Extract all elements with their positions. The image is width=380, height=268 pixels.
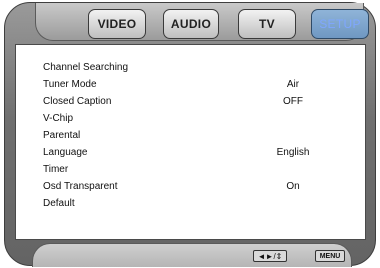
- menu-item-label: V-Chip: [43, 113, 74, 124]
- menu-item-label: Default: [43, 198, 75, 209]
- menu-item-label: Closed Caption: [43, 96, 112, 107]
- menu-item-label: Timer: [43, 164, 69, 175]
- navigation-hint-icon: ◄►/⇕: [253, 250, 287, 262]
- menu-item-channel-searching[interactable]: Channel Searching: [43, 62, 343, 77]
- bottom-hint-bar: ◄►/⇕ MENU: [32, 243, 352, 267]
- menu-item-default[interactable]: Default: [43, 198, 343, 213]
- menu-item-tuner-mode[interactable]: Tuner Mode Air: [43, 79, 343, 94]
- menu-item-v-chip[interactable]: V-Chip: [43, 113, 343, 128]
- tab-audio[interactable]: AUDIO: [163, 9, 219, 39]
- menu-item-language[interactable]: Language English: [43, 147, 343, 162]
- setup-menu-panel: Channel Searching Tuner Mode Air Closed …: [15, 44, 366, 240]
- menu-item-parental[interactable]: Parental: [43, 130, 343, 145]
- menu-hint-button[interactable]: MENU: [315, 250, 345, 262]
- menu-item-label: Tuner Mode: [43, 79, 97, 90]
- menu-item-closed-caption[interactable]: Closed Caption OFF: [43, 96, 343, 111]
- tab-bar: VIDEO AUDIO TV SETUP: [35, 3, 369, 41]
- menu-item-label: Parental: [43, 130, 81, 141]
- menu-item-value: English: [276, 147, 310, 158]
- menu-item-label: Language: [43, 147, 88, 158]
- menu-item-value: On: [286, 181, 300, 192]
- tab-tv[interactable]: TV: [238, 9, 296, 39]
- tab-setup[interactable]: SETUP: [311, 9, 369, 39]
- menu-item-osd-transparent[interactable]: Osd Transparent On: [43, 181, 343, 196]
- menu-item-timer[interactable]: Timer: [43, 164, 343, 179]
- menu-item-value: OFF: [283, 96, 303, 107]
- menu-item-label: Channel Searching: [43, 62, 129, 73]
- menu-item-value: Air: [286, 79, 300, 90]
- menu-item-label: Osd Transparent: [43, 181, 118, 192]
- tab-video[interactable]: VIDEO: [88, 9, 146, 39]
